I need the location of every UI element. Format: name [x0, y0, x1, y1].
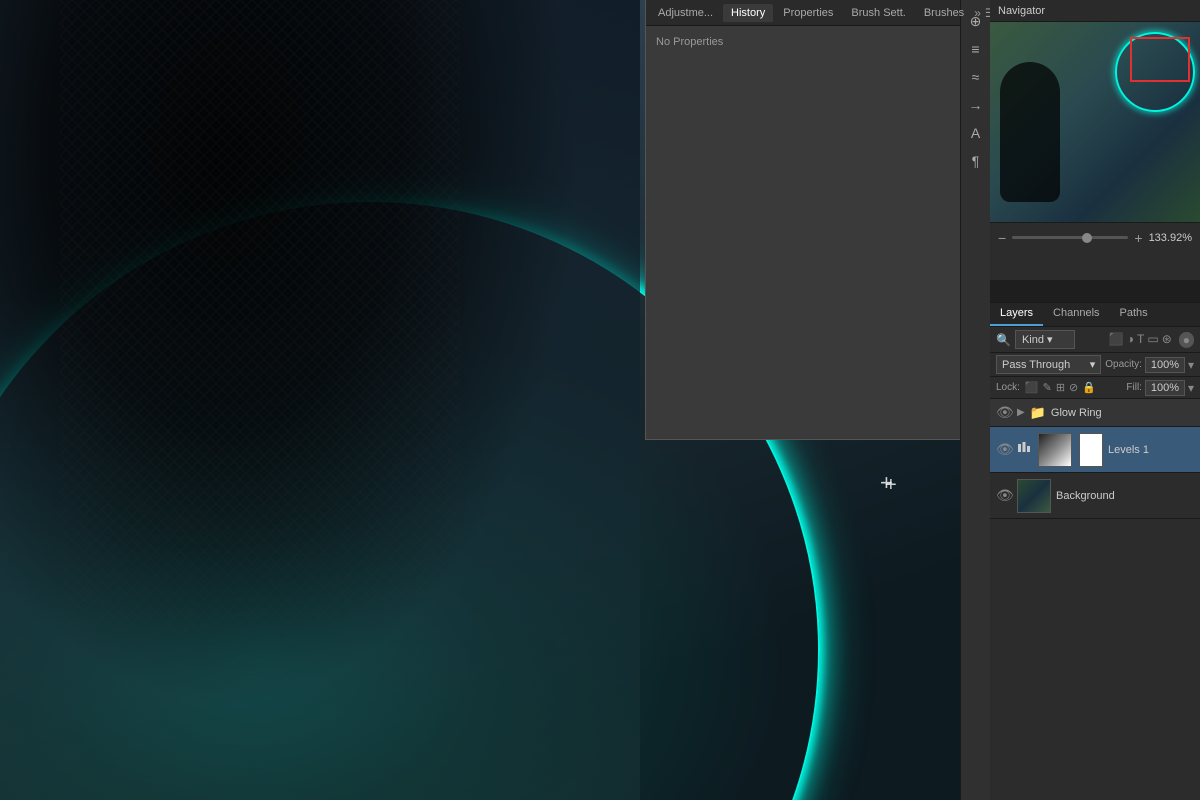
- lock-icons: ⬛ ✎ ⊞ ⊘ 🔒: [1025, 381, 1096, 394]
- layer-item-levels1[interactable]: 👁 Levels 1: [990, 427, 1200, 473]
- layers-panel: Layers Channels Paths 🔍 Kind ▾ ⬛ ◑ T ▭ ⊛…: [990, 302, 1200, 800]
- opacity-label: Opacity:: [1105, 359, 1142, 370]
- nav-preview-figure: [1000, 62, 1060, 202]
- filter-kind-label: Kind: [1022, 334, 1044, 346]
- filter-adjustment-icon[interactable]: ◑: [1127, 332, 1134, 348]
- lock-all-icon[interactable]: 🔒: [1082, 381, 1096, 394]
- layer-visibility-background[interactable]: 👁: [996, 487, 1012, 504]
- tool-icon-3[interactable]: ≈: [965, 66, 987, 88]
- opacity-control: Opacity: 100% ▾: [1105, 357, 1194, 373]
- filter-pixel-icon[interactable]: ⬛: [1109, 332, 1124, 348]
- nav-viewport-box[interactable]: [1130, 37, 1190, 82]
- zoom-slider[interactable]: [1012, 236, 1128, 239]
- crosshair-cursor: +: [885, 478, 905, 498]
- filter-kind-arrow: ▾: [1047, 333, 1053, 346]
- filter-icons-row: ⬛ ◑ T ▭ ⊛ ●: [1109, 332, 1194, 348]
- tool-icon-2[interactable]: ≡: [965, 38, 987, 60]
- layers-list: 👁 ▶ 📁 Glow Ring 👁 Levels 1 👁: [990, 399, 1200, 519]
- vertical-toolbar: ⊕ ≡ ≈ → A ¶: [960, 0, 990, 800]
- lock-move-icon[interactable]: ⊘: [1069, 381, 1078, 394]
- panel-tab-bar: Adjustme... History Properties Brush Set…: [646, 0, 960, 26]
- fill-arrow: ▾: [1188, 381, 1194, 395]
- zoom-value: 133.92%: [1149, 232, 1192, 244]
- opacity-arrow: ▾: [1188, 358, 1194, 372]
- tool-icon-4[interactable]: →: [965, 94, 987, 116]
- layer-name-levels1: Levels 1: [1108, 444, 1194, 456]
- lock-artboard-icon[interactable]: ⊞: [1056, 381, 1065, 394]
- tool-icon-text[interactable]: A: [965, 122, 987, 144]
- layer-name-background: Background: [1056, 490, 1194, 502]
- fill-value[interactable]: 100%: [1145, 380, 1185, 396]
- tab-paths[interactable]: Paths: [1110, 303, 1158, 326]
- layer-visibility-glow-ring[interactable]: 👁: [996, 404, 1012, 421]
- navigator-preview: [990, 22, 1200, 222]
- navigator-title: Navigator: [998, 5, 1045, 17]
- tab-properties[interactable]: Properties: [775, 4, 841, 22]
- filter-kind-dropdown[interactable]: Kind ▾: [1015, 330, 1075, 349]
- layer-item-background[interactable]: 👁 Background: [990, 473, 1200, 519]
- layer-group-glow-ring[interactable]: 👁 ▶ 📁 Glow Ring: [990, 399, 1200, 427]
- layer-thumb-background: [1017, 479, 1051, 513]
- navigator-panel: Navigator − + 133.92%: [990, 0, 1200, 280]
- lock-pixels-icon[interactable]: ⬛: [1025, 381, 1039, 394]
- tab-layers[interactable]: Layers: [990, 303, 1043, 326]
- more-panels-icon[interactable]: »: [974, 6, 981, 20]
- tab-brush-settings[interactable]: Brush Sett.: [843, 4, 913, 22]
- properties-content: No Properties: [646, 26, 960, 58]
- group-expand-arrow[interactable]: ▶: [1017, 407, 1025, 418]
- navigator-zoom-bar: − + 133.92%: [990, 222, 1200, 252]
- group-folder-icon: 📁: [1030, 405, 1046, 421]
- layer-thumb-levels1: [1038, 433, 1072, 467]
- layer-mask-levels1: [1079, 433, 1103, 467]
- lock-label: Lock:: [996, 382, 1020, 393]
- opacity-value[interactable]: 100%: [1145, 357, 1185, 373]
- lock-position-icon[interactable]: ✎: [1043, 381, 1052, 394]
- fill-control: Fill: 100% ▾: [1126, 380, 1194, 396]
- layer-type-icon-levels: [1017, 441, 1033, 458]
- properties-panel: Adjustme... History Properties Brush Set…: [645, 0, 960, 440]
- tab-channels[interactable]: Channels: [1043, 303, 1109, 326]
- layer-visibility-levels1[interactable]: 👁: [996, 441, 1012, 458]
- tab-brushes[interactable]: Brushes: [916, 4, 972, 22]
- tool-icon-para[interactable]: ¶: [965, 150, 987, 172]
- blend-mode-dropdown[interactable]: Pass Through ▾: [996, 355, 1101, 374]
- filter-shape-icon[interactable]: ▭: [1147, 332, 1158, 348]
- blend-mode-label: Pass Through: [1002, 359, 1070, 371]
- search-icon: 🔍: [996, 333, 1011, 347]
- tab-adjustments[interactable]: Adjustme...: [650, 4, 721, 22]
- no-properties-label: No Properties: [656, 36, 723, 48]
- filter-smart-icon[interactable]: ⊛: [1162, 332, 1172, 348]
- layers-tab-bar: Layers Channels Paths: [990, 303, 1200, 327]
- tab-history[interactable]: History: [723, 4, 773, 22]
- fill-label: Fill:: [1126, 382, 1142, 393]
- lock-bar: Lock: ⬛ ✎ ⊞ ⊘ 🔒 Fill: 100% ▾: [990, 377, 1200, 399]
- navigator-header: Navigator: [990, 0, 1200, 22]
- layers-filter-bar: 🔍 Kind ▾ ⬛ ◑ T ▭ ⊛ ●: [990, 327, 1200, 353]
- zoom-out-icon[interactable]: −: [998, 230, 1006, 246]
- filter-toggle[interactable]: ●: [1179, 332, 1194, 348]
- blend-mode-arrow: ▾: [1090, 358, 1096, 371]
- filter-type-icon[interactable]: T: [1137, 332, 1144, 348]
- blend-mode-bar: Pass Through ▾ Opacity: 100% ▾: [990, 353, 1200, 377]
- zoom-slider-thumb[interactable]: [1082, 233, 1092, 243]
- zoom-in-icon[interactable]: +: [1134, 230, 1142, 246]
- layer-name-glow-ring: Glow Ring: [1051, 407, 1102, 419]
- mesh-texture: [60, 0, 460, 700]
